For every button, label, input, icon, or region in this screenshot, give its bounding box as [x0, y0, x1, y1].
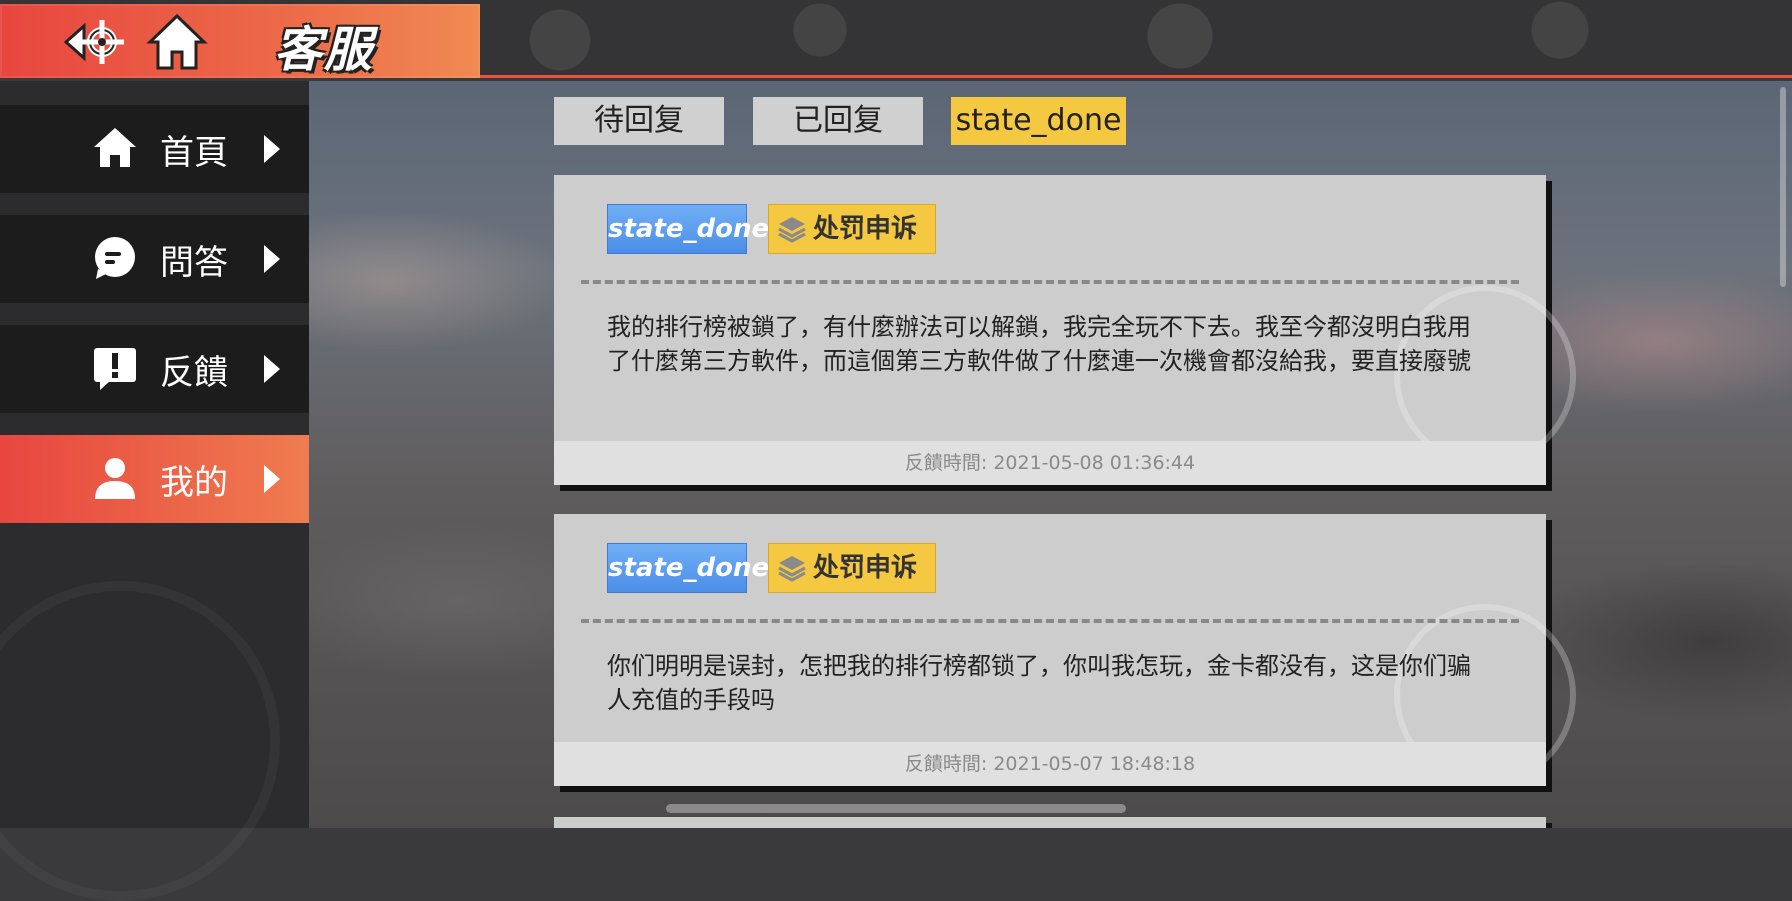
sidebar-item-label: 我的: [160, 463, 228, 503]
home-icon: [146, 13, 208, 70]
chevron-right-icon: [264, 135, 280, 163]
status-badge: state_done: [607, 204, 769, 254]
layers-icon: [778, 556, 806, 582]
sidebar-item-label: 反饋: [160, 353, 228, 393]
feedback-text: 我的排行榜被鎖了，有什麼辦法可以解鎖，我完全玩不下去。我至今都沒明白我用了什麼第…: [607, 313, 1471, 375]
tab-replied[interactable]: 已回复: [753, 97, 923, 145]
helm-back-icon: [63, 20, 124, 64]
page-title: 客服: [274, 22, 375, 78]
chevron-right-icon: [264, 465, 280, 493]
content-area: 待回复 已回复 state_done state_done 处罚申诉 我的排行榜…: [309, 81, 1792, 828]
vertical-scrollbar[interactable]: [1780, 87, 1786, 287]
horizontal-scrollbar[interactable]: [666, 804, 1126, 813]
top-bar: 客服: [0, 0, 1792, 78]
category-badge: 处罚申诉: [768, 543, 936, 593]
feedback-time: 反饋時間: 2021-05-07 18:48:18: [554, 742, 1546, 786]
feedback-card[interactable]: state_done 处罚申诉 我的排行榜被鎖了，有什麼辦法可以解鎖，我完全玩不…: [554, 175, 1576, 485]
title-plate: 客服: [0, 4, 480, 78]
tab-pending[interactable]: 待回复: [554, 97, 724, 145]
layers-icon: [778, 217, 806, 243]
divider: [581, 619, 1519, 623]
home-icon: [94, 128, 136, 167]
feedback-text: 你们明明是误封，怎把我的排行榜都锁了，你叫我怎玩，金卡都没有，这是你们骗人充值的…: [607, 652, 1471, 714]
category-label: 处罚申诉: [813, 553, 918, 583]
back-button[interactable]: [62, 14, 130, 70]
category-badge: 处罚申诉: [768, 204, 936, 254]
feedback-card[interactable]: state_done 处罚申诉 你们明明是误封，怎把我的排行榜都锁了，你叫我怎玩…: [554, 514, 1576, 786]
category-label: 处罚申诉: [813, 214, 918, 244]
exclamation-icon: [94, 348, 136, 390]
divider: [581, 280, 1519, 284]
chat-bubble-icon: [95, 237, 135, 279]
feedback-card[interactable]: [554, 817, 1546, 828]
tab-state-done[interactable]: state_done: [951, 97, 1126, 145]
sidebar-item-mine[interactable]: 我的: [0, 435, 309, 523]
sidebar-item-label: 問答: [160, 243, 228, 283]
feedback-time: 反饋時間: 2021-05-08 01:36:44: [554, 441, 1546, 485]
status-badge: state_done: [607, 543, 769, 593]
user-icon: [95, 458, 135, 499]
sidebar-item-home[interactable]: 首頁: [0, 105, 309, 193]
chevron-right-icon: [264, 245, 280, 273]
sidebar-item-feedback[interactable]: 反饋: [0, 325, 309, 413]
sidebar-item-qa[interactable]: 問答: [0, 215, 309, 303]
home-button[interactable]: [146, 12, 208, 72]
compass-emblem-decoration: [0, 581, 280, 901]
chevron-right-icon: [264, 355, 280, 383]
sidebar: 首頁 問答 反饋 我的: [0, 81, 309, 901]
sidebar-item-label: 首頁: [160, 133, 228, 173]
